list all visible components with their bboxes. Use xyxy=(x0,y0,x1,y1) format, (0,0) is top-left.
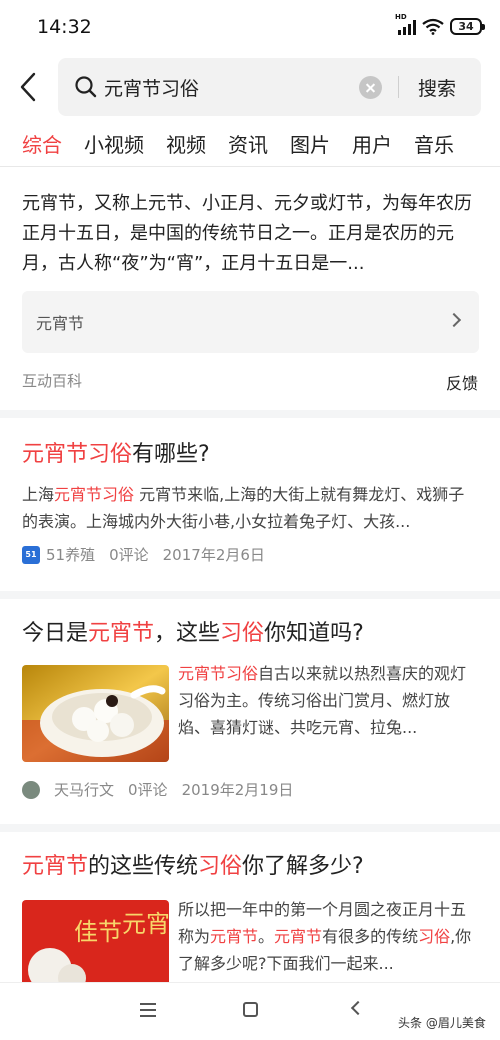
snippet-highlight: 元宵节习俗 xyxy=(178,664,259,683)
menu-icon[interactable] xyxy=(140,1003,156,1017)
back-arrow-icon[interactable] xyxy=(14,70,44,104)
search-button[interactable]: 搜索 xyxy=(418,74,456,101)
snippet-text: 。 xyxy=(258,927,275,946)
title-text: 有哪些? xyxy=(132,442,210,467)
article-snippet: 上海元宵节习俗 元宵节来临,上海的大街上就有舞龙灯、戏狮子的表演。上海城内外大街… xyxy=(22,481,480,535)
article-date: 2017年2月6日 xyxy=(162,546,265,564)
article-thumbnail[interactable]: 佳节 元宵 xyxy=(22,900,169,982)
avatar xyxy=(22,780,40,799)
battery-icon: 34 xyxy=(450,18,485,35)
watermark: 头条 @眉儿美食 xyxy=(398,1016,486,1030)
snippet-highlight: 元宵节习俗 xyxy=(54,485,135,504)
article-meta: 51 51养殖 0评论 2017年2月6日 xyxy=(22,544,279,565)
title-text: ，这些 xyxy=(154,621,221,646)
tab-users[interactable]: 用户 xyxy=(352,128,392,166)
source-logo-icon: 51 xyxy=(22,545,40,564)
search-box: 搜索 xyxy=(58,58,481,116)
home-icon[interactable] xyxy=(243,1002,258,1017)
tab-music[interactable]: 音乐 xyxy=(414,128,454,166)
article-title[interactable]: 元宵节习俗有哪些? xyxy=(22,440,210,470)
snippet-highlight: 习俗 xyxy=(418,927,451,946)
article-title[interactable]: 今日是元宵节，这些习俗你知道吗? xyxy=(22,619,364,649)
clear-icon[interactable] xyxy=(359,76,382,99)
search-header: 搜索 xyxy=(0,58,500,116)
encyclopedia-entry-link[interactable]: 元宵节 xyxy=(22,291,479,353)
tab-bar: 综合 小视频 视频 资讯 图片 用户 音乐 xyxy=(0,128,500,166)
wifi-icon xyxy=(422,18,444,35)
tab-video[interactable]: 视频 xyxy=(166,128,206,166)
title-text: 今日是 xyxy=(22,621,89,646)
title-highlight: 习俗 xyxy=(198,854,243,879)
tab-comprehensive[interactable]: 综合 xyxy=(22,128,62,166)
snippet-highlight: 元宵节 xyxy=(274,927,323,946)
search-input[interactable] xyxy=(104,72,354,102)
encyclopedia-entry-label: 元宵节 xyxy=(36,314,85,333)
section-separator xyxy=(0,410,500,418)
tab-images[interactable]: 图片 xyxy=(290,128,330,166)
feedback-button[interactable]: 反馈 xyxy=(446,370,478,394)
article-thumbnail[interactable] xyxy=(22,665,169,762)
article-source[interactable]: 天马行文 xyxy=(54,779,114,800)
title-highlight: 元宵节 xyxy=(22,854,89,879)
system-nav-bar xyxy=(0,982,500,1040)
section-separator xyxy=(0,591,500,599)
encyclopedia-summary[interactable]: 元宵节，又称上元节、小正月、元夕或灯节，为每年农历正月十五日，是中国的传统节日之… xyxy=(22,189,480,279)
title-highlight: 元宵节习俗 xyxy=(22,442,133,467)
article-card[interactable]: 今日是元宵节，这些习俗你知道吗? 元宵节习俗自古以来就以热烈喜庆的观灯习俗为主。… xyxy=(0,599,500,824)
title-text: 你了解多少? xyxy=(242,854,364,879)
search-icon xyxy=(75,76,97,98)
snippet-text: 上海 xyxy=(22,485,55,504)
article-meta: 天马行文 0评论 2019年2月19日 xyxy=(22,779,307,800)
tab-news[interactable]: 资讯 xyxy=(228,128,268,166)
snippet-highlight: 元宵节 xyxy=(210,927,259,946)
signal-icon: HD xyxy=(395,13,416,35)
article-snippet: 元宵节习俗自古以来就以热烈喜庆的观灯习俗为主。传统习俗出门赏月、燃灯放焰、喜猜灯… xyxy=(178,660,480,741)
status-time: 14:32 xyxy=(37,16,92,38)
back-icon[interactable] xyxy=(350,1000,366,1016)
title-text: 你知道吗? xyxy=(264,621,364,646)
thumbnail-text: 佳节 xyxy=(74,918,122,946)
article-title[interactable]: 元宵节的这些传统习俗你了解多少? xyxy=(22,852,364,882)
title-text: 的这些传统 xyxy=(88,854,199,879)
article-source[interactable]: 51养殖 xyxy=(46,544,95,565)
tab-short-video[interactable]: 小视频 xyxy=(84,128,144,166)
status-icons: HD 34 xyxy=(395,13,485,35)
comment-count: 0评论 xyxy=(128,781,168,799)
article-card[interactable]: 元宵节习俗有哪些? 上海元宵节习俗 元宵节来临,上海的大街上就有舞龙灯、戏狮子的… xyxy=(0,418,500,591)
status-bar: 14:32 HD 34 xyxy=(0,0,500,56)
snippet-text: 有很多的传统 xyxy=(322,927,419,946)
thumbnail-text: 元宵 xyxy=(122,910,169,938)
article-date: 2019年2月19日 xyxy=(181,781,294,799)
article-card[interactable]: 元宵节的这些传统习俗你了解多少? 佳节 元宵 所以把一年中的第一个月圆之夜正月十… xyxy=(0,832,500,982)
chevron-right-icon xyxy=(446,312,462,328)
network-label: HD xyxy=(395,12,407,21)
encyclopedia-card: 元宵节，又称上元节、小正月、元夕或灯节，为每年农历正月十五日，是中国的传统节日之… xyxy=(0,167,500,410)
encyclopedia-source: 互动百科 xyxy=(22,372,83,390)
comment-count: 0评论 xyxy=(109,546,149,564)
title-highlight: 元宵节 xyxy=(88,621,155,646)
search-divider xyxy=(398,76,399,98)
title-highlight: 习俗 xyxy=(220,621,265,646)
section-separator xyxy=(0,824,500,832)
article-snippet: 所以把一年中的第一个月圆之夜正月十五称为元宵节。元宵节有很多的传统习俗,你了解多… xyxy=(178,896,480,980)
